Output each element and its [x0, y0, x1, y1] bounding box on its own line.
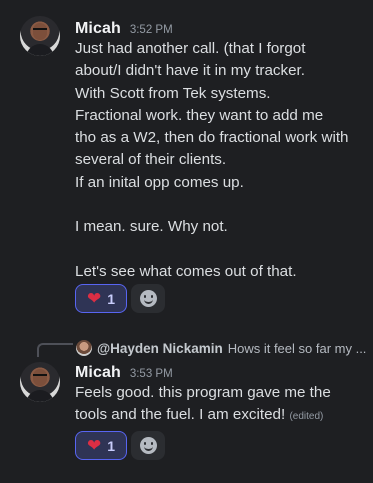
edited-label: (edited) [289, 411, 324, 423]
timestamp[interactable]: 3:52 PM [130, 24, 173, 36]
smile-icon [139, 290, 157, 307]
message-line [75, 239, 349, 261]
reaction-count: 1 [107, 437, 116, 454]
message-line [75, 194, 349, 216]
heart-reaction[interactable]: ❤ 1 [75, 284, 127, 313]
message-content: Feels good. this program gave me the too… [75, 382, 331, 429]
message-line: tho as a W2, then do fractional work wit… [75, 129, 349, 147]
message-header: Micah 3:52 PM [75, 20, 173, 38]
reply-preview[interactable]: Hows it feel so far my ... [228, 341, 367, 356]
avatar[interactable] [20, 16, 60, 56]
username[interactable]: Micah [75, 364, 121, 382]
reply-avatar [76, 340, 92, 356]
message-line: Just had another call. (that I forgot [75, 40, 306, 57]
message-line: about/I didn't have it in my tracker. [75, 62, 305, 80]
message-content: Just had another call. (that I forgot ab… [75, 38, 349, 283]
username[interactable]: Micah [75, 20, 121, 38]
heart-icon: ❤ [86, 436, 102, 455]
message-line: several of their clients. [75, 151, 227, 169]
reply-mention[interactable]: @Hayden Nickamin [97, 341, 223, 356]
avatar[interactable] [20, 362, 60, 402]
message-line: tools and the fuel. I am excited! (edite… [75, 404, 331, 428]
message-line: I mean. sure. Why not. [75, 218, 228, 236]
reaction-count: 1 [107, 290, 116, 307]
message-line: If an inital opp comes up. [75, 173, 244, 191]
message-line: With Scott from Tek systems. [75, 84, 271, 102]
message-line: Let's see what comes out of that. [75, 262, 297, 280]
add-reaction-button[interactable] [131, 284, 165, 313]
message-line-text: tools and the fuel. I am excited! [75, 406, 286, 424]
heart-icon: ❤ [86, 289, 102, 308]
message-line: Fractional work. they want to add me [75, 106, 324, 124]
reply-reference[interactable]: @Hayden Nickamin Hows it feel so far my … [76, 340, 366, 356]
timestamp[interactable]: 3:53 PM [130, 368, 173, 380]
message-line: Feels good. this program gave me the [75, 384, 331, 401]
smile-icon [139, 437, 157, 454]
reply-connector [37, 343, 73, 357]
heart-reaction[interactable]: ❤ 1 [75, 431, 127, 460]
message-header: Micah 3:53 PM [75, 364, 173, 382]
add-reaction-button[interactable] [131, 431, 165, 460]
